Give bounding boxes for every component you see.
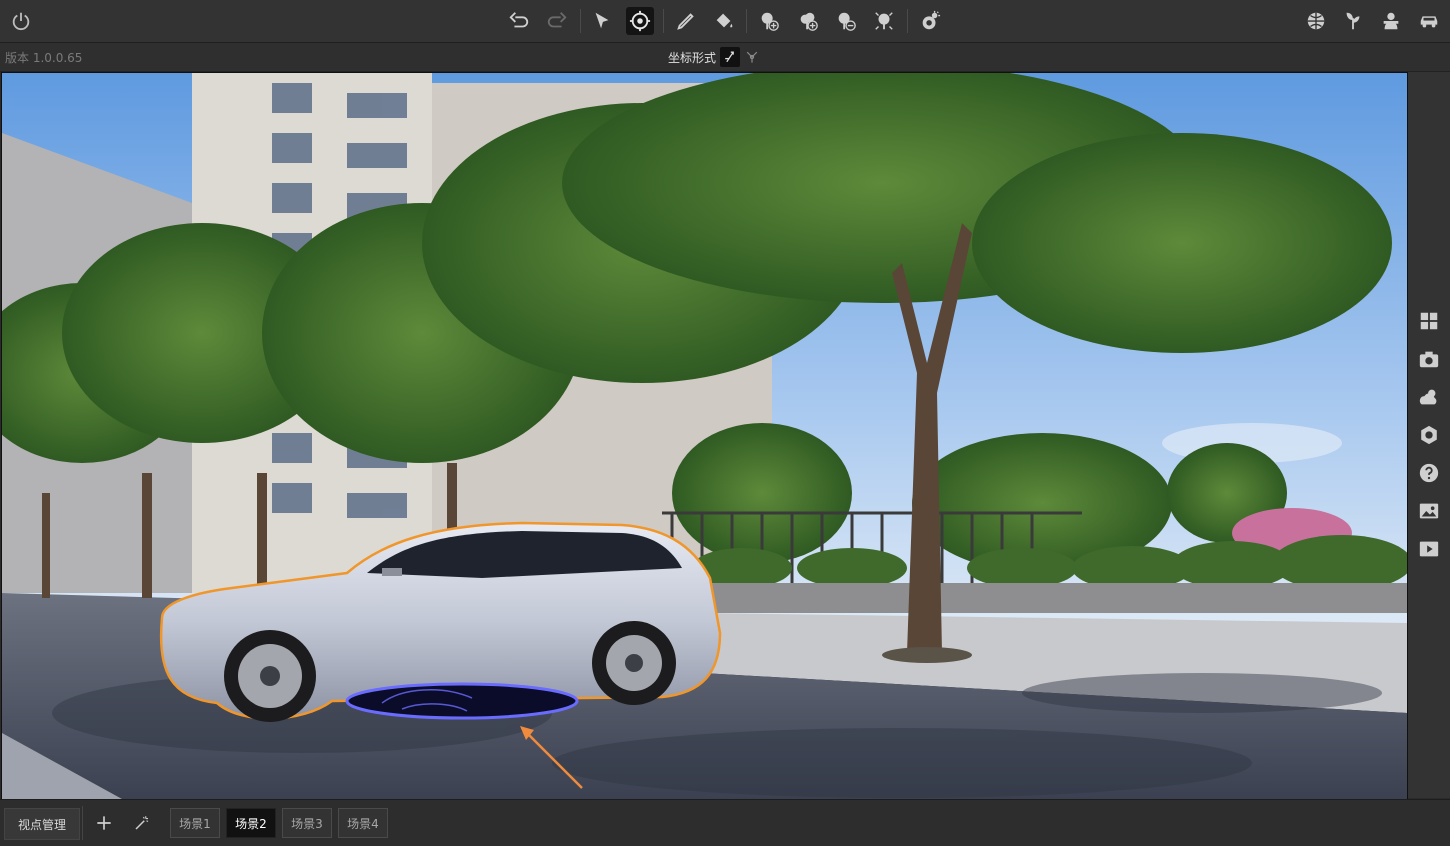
tree-remove-icon[interactable] (832, 7, 860, 35)
globe-icon[interactable] (1302, 7, 1330, 35)
viewpoint-manager-button[interactable]: 视点管理 (4, 808, 80, 840)
scene-tab-3[interactable]: 场景3 (282, 808, 332, 838)
scene-tab-2[interactable]: 场景2 (226, 808, 276, 838)
character-icon[interactable] (1377, 7, 1405, 35)
coord-mode-label: 坐标形式 (668, 51, 717, 65)
car-icon[interactable] (1415, 7, 1443, 35)
magic-wand-icon[interactable] (130, 811, 154, 835)
pen-icon[interactable] (672, 7, 700, 35)
help-icon[interactable] (1416, 460, 1442, 486)
grid-icon[interactable] (1416, 308, 1442, 334)
weather-icon[interactable] (1416, 384, 1442, 410)
camera-icon[interactable] (1416, 346, 1442, 372)
toolbar-divider (907, 9, 908, 33)
play-icon[interactable] (1416, 536, 1442, 562)
redo-icon[interactable] (543, 7, 571, 35)
paint-bucket-icon[interactable] (710, 7, 738, 35)
toolbar-divider (580, 9, 581, 33)
weather-icon[interactable] (916, 7, 944, 35)
main-toolbar (0, 0, 1450, 43)
orbit-target-icon[interactable] (626, 7, 654, 35)
toolbar-divider (746, 9, 747, 33)
tree-add-icon[interactable] (755, 7, 783, 35)
bottom-divider (82, 806, 83, 840)
scene-tab-4[interactable]: 场景4 (338, 808, 388, 838)
right-sidebar (1408, 72, 1450, 798)
tree-add-alt-icon[interactable] (794, 7, 822, 35)
power-icon[interactable] (7, 7, 35, 35)
toolbar-divider (663, 9, 664, 33)
status-bar: 版本 1.0.0.65 坐标形式 (0, 43, 1450, 72)
scene-tab-1[interactable]: 场景1 (170, 808, 220, 838)
bottom-bar: 视点管理 场景1 场景2 场景3 场景4 (0, 799, 1450, 846)
settings-icon[interactable] (1416, 422, 1442, 448)
image-icon[interactable] (1416, 498, 1442, 524)
plant-icon[interactable] (1339, 7, 1367, 35)
plus-icon[interactable] (92, 811, 116, 835)
scene-render (2, 73, 1407, 799)
scene-viewport[interactable] (1, 72, 1408, 800)
decal-ring (345, 682, 579, 720)
axis-world-icon[interactable] (742, 47, 762, 67)
version-label: 版本 1.0.0.65 (5, 51, 83, 65)
undo-icon[interactable] (505, 7, 533, 35)
axis-local-icon[interactable] (720, 47, 740, 67)
tree-scatter-icon[interactable] (870, 7, 898, 35)
select-arrow-icon[interactable] (588, 7, 616, 35)
